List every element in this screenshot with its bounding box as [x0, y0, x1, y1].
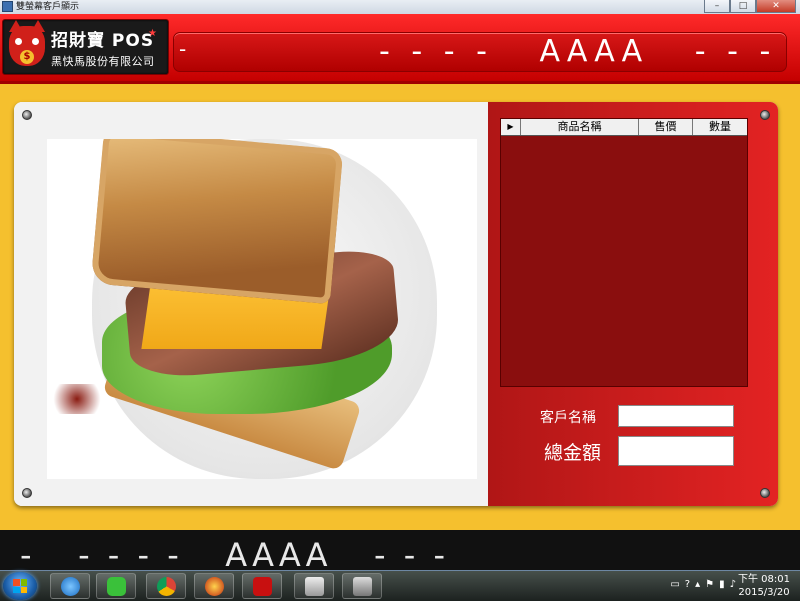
- screw-icon: [760, 488, 770, 498]
- total-amount-field[interactable]: [618, 436, 734, 466]
- help-icon[interactable]: ?: [685, 579, 690, 590]
- order-area: ▶ 商品名稱 售價 數量 客戶名稱 總金額: [488, 102, 778, 506]
- screw-icon: [22, 488, 32, 498]
- chrome-icon: [157, 577, 176, 596]
- line-icon: [107, 577, 126, 596]
- clock-time: 下午 08:01: [738, 574, 790, 585]
- order-grid[interactable]: ▶ 商品名稱 售價 數量: [500, 118, 748, 387]
- maximize-button[interactable]: □: [730, 0, 756, 13]
- column-header-price[interactable]: 售價: [639, 119, 693, 135]
- grid-header: ▶ 商品名稱 售價 數量: [501, 119, 747, 136]
- signal-icon[interactable]: ▮: [719, 579, 725, 590]
- arrow-up-icon[interactable]: ▴: [695, 579, 700, 590]
- taskbar-chrome[interactable]: [146, 573, 186, 599]
- taskbar-usb[interactable]: [342, 573, 382, 599]
- window-controls: – □ ✕: [704, 0, 796, 14]
- total-amount-label: 總金額: [544, 442, 602, 464]
- customer-name-field[interactable]: [618, 405, 734, 427]
- column-header-quantity[interactable]: 數量: [693, 119, 747, 135]
- coin-icon: $: [20, 50, 34, 64]
- top-banner: $ 招財寶 POS ★ 黑快馬股份有限公司 - - - - - AAAA - -…: [0, 14, 800, 84]
- screw-icon: [760, 110, 770, 120]
- windows-logo-icon: [13, 579, 27, 593]
- window-title: 雙螢幕客戶顯示: [16, 2, 80, 12]
- taskbar-ie[interactable]: [50, 573, 90, 599]
- taskbar-printer[interactable]: [294, 573, 334, 599]
- taskbar-fortune[interactable]: [194, 573, 234, 599]
- pos-logo: $ 招財寶 POS ★ 黑快馬股份有限公司: [2, 19, 169, 75]
- fortune-icon: [205, 577, 224, 596]
- sandwich-image: [90, 139, 344, 305]
- start-button[interactable]: [3, 572, 37, 600]
- close-button[interactable]: ✕: [756, 0, 796, 13]
- taskbar-line[interactable]: [96, 573, 136, 599]
- keyboard-icon[interactable]: ▭: [670, 579, 679, 590]
- app-icon: [2, 1, 13, 12]
- taskbar-pos[interactable]: [242, 573, 282, 599]
- usb-icon: [353, 577, 372, 596]
- screw-icon: [22, 110, 32, 120]
- star-icon: ★: [148, 28, 157, 39]
- logo-company: 黑快馬股份有限公司: [51, 55, 155, 68]
- marquee-dash: -: [179, 37, 187, 61]
- logo-brand: 招財寶 POS: [51, 31, 155, 51]
- display-panel: ▶ 商品名稱 售價 數量 客戶名稱 總金額: [14, 102, 778, 506]
- window-titlebar: 雙螢幕客戶顯示 – □ ✕: [0, 0, 800, 15]
- marquee-text: - - - - AAAA - - -: [379, 34, 777, 69]
- bottom-marquee-text: - - - - - AAAA - - -: [20, 536, 450, 574]
- printer-icon: [305, 577, 324, 596]
- clock-date: 2015/3/20: [738, 587, 790, 598]
- taskbar: ▭ ? ▴ ⚑ ▮ ♪ 下午 08:01 2015/3/20: [0, 570, 800, 601]
- tray-icons: ▭ ? ▴ ⚑ ▮ ♪: [670, 579, 736, 590]
- customer-name-label: 客戶名稱: [540, 410, 596, 426]
- product-photo: [47, 139, 477, 479]
- row-selector-icon[interactable]: ▶: [501, 119, 521, 135]
- ie-icon: [61, 577, 80, 596]
- pos-icon: [253, 577, 272, 596]
- marquee-top: - - - - - AAAA - - -: [173, 32, 787, 72]
- bottom-banner: - - - - - AAAA - - -: [0, 530, 800, 574]
- flag-icon[interactable]: ⚑: [705, 579, 714, 590]
- clock[interactable]: 下午 08:01 2015/3/20: [736, 573, 792, 599]
- cat-mascot-icon: $: [9, 20, 45, 66]
- column-header-product[interactable]: 商品名稱: [521, 119, 639, 135]
- photo-area: [14, 102, 488, 506]
- minimize-button[interactable]: –: [704, 0, 730, 13]
